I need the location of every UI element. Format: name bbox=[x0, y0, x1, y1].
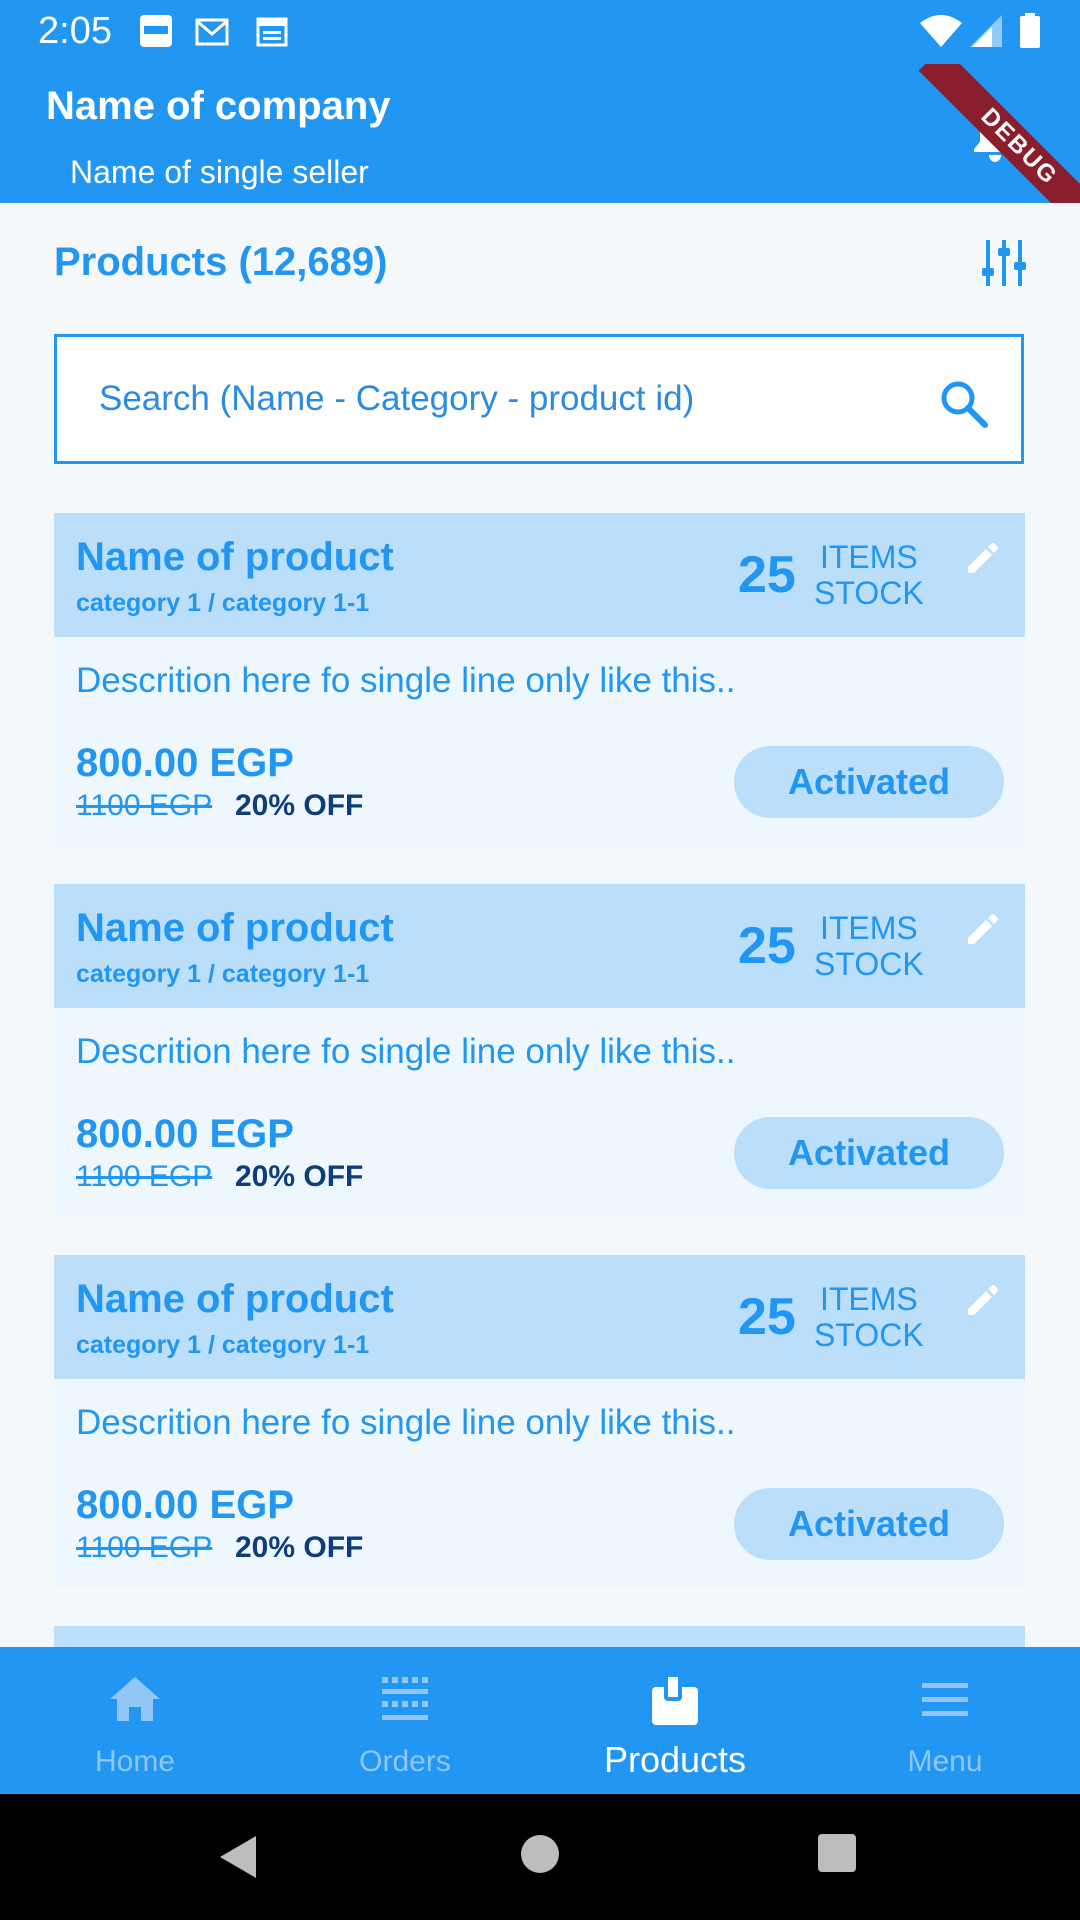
menu-icon bbox=[922, 1683, 968, 1716]
product-card-partial[interactable] bbox=[54, 1626, 1025, 1648]
products-title: Products (12,689) bbox=[54, 240, 388, 284]
products-icon bbox=[652, 1673, 698, 1725]
seller-name: Name of single seller bbox=[70, 154, 369, 190]
calendar-icon bbox=[256, 17, 288, 47]
product-discount: 20% OFF bbox=[235, 789, 364, 822]
battery-icon bbox=[1020, 13, 1040, 48]
nav-menu[interactable]: Menu bbox=[810, 1647, 1080, 1794]
product-card-header: Name of product category 1 / category 1-… bbox=[54, 884, 1025, 1008]
edit-pencil-icon[interactable] bbox=[964, 1283, 1000, 1319]
stock-label: ITEMS STOCK bbox=[814, 1281, 924, 1353]
activated-button[interactable]: Activated bbox=[734, 1117, 1004, 1189]
product-category: category 1 / category 1-1 bbox=[76, 960, 370, 988]
product-discount: 20% OFF bbox=[235, 1531, 364, 1564]
back-icon[interactable] bbox=[214, 1832, 260, 1882]
product-description: Descrition here fo single line only like… bbox=[76, 661, 736, 700]
product-old-price: 1100 EGP bbox=[76, 1160, 213, 1193]
product-price: 800.00 EGP bbox=[76, 741, 294, 785]
product-card-header: Name of product category 1 / category 1-… bbox=[54, 1255, 1025, 1379]
edit-pencil-icon[interactable] bbox=[964, 912, 1000, 948]
stock-label-stock: STOCK bbox=[814, 575, 924, 611]
app-bar: Name of company Name of single seller DE… bbox=[0, 64, 1080, 203]
signal-icon bbox=[970, 15, 1002, 47]
search-icon[interactable] bbox=[937, 377, 991, 431]
product-price: 800.00 EGP bbox=[76, 1483, 294, 1527]
stock-label-items: ITEMS bbox=[819, 539, 918, 575]
wifi-icon bbox=[920, 15, 962, 47]
stock-label-stock: STOCK bbox=[814, 946, 924, 982]
stock-label: ITEMS STOCK bbox=[814, 910, 924, 982]
activated-button[interactable]: Activated bbox=[734, 746, 1004, 818]
stock-label-stock: STOCK bbox=[814, 1317, 924, 1353]
product-card[interactable]: Name of product category 1 / category 1-… bbox=[54, 1255, 1025, 1588]
activated-button[interactable]: Activated bbox=[734, 1488, 1004, 1560]
product-card[interactable]: Name of product category 1 / category 1-… bbox=[54, 884, 1025, 1217]
search-input[interactable] bbox=[97, 373, 921, 425]
status-bar: 2:05 bbox=[0, 0, 1080, 64]
stock-label: ITEMS STOCK bbox=[814, 539, 924, 611]
filter-sliders-icon[interactable] bbox=[980, 238, 1028, 288]
home-icon bbox=[110, 1677, 160, 1721]
status-time: 2:05 bbox=[38, 10, 112, 52]
search-box[interactable] bbox=[54, 334, 1024, 464]
nav-products[interactable]: Products bbox=[540, 1647, 810, 1794]
product-card[interactable]: Name of product category 1 / category 1-… bbox=[54, 513, 1025, 846]
stock-label-items: ITEMS bbox=[819, 910, 918, 946]
orders-icon bbox=[382, 1677, 428, 1720]
edit-pencil-icon[interactable] bbox=[964, 541, 1000, 577]
system-navigation-bar bbox=[0, 1794, 1080, 1920]
nav-home-label: Home bbox=[94, 1745, 176, 1778]
nav-orders[interactable]: Orders bbox=[270, 1647, 540, 1794]
bottom-navigation: Home Orders Products Menu bbox=[0, 1647, 1080, 1794]
recents-square-icon[interactable] bbox=[816, 1832, 858, 1874]
debug-banner: DEBUG bbox=[918, 64, 1080, 203]
souq-app-icon bbox=[140, 15, 172, 47]
nav-menu-label: Menu bbox=[907, 1745, 983, 1778]
product-old-price: 1100 EGP bbox=[76, 789, 213, 822]
product-card-header: Name of product category 1 / category 1-… bbox=[54, 513, 1025, 637]
company-name: Name of company bbox=[46, 84, 391, 128]
product-description: Descrition here fo single line only like… bbox=[76, 1032, 736, 1071]
product-old-price: 1100 EGP bbox=[76, 1531, 213, 1564]
product-name: Name of product bbox=[76, 906, 394, 950]
product-category: category 1 / category 1-1 bbox=[76, 589, 370, 617]
stock-count: 25 bbox=[738, 546, 796, 604]
nav-products-label: Products bbox=[603, 1739, 747, 1780]
product-category: category 1 / category 1-1 bbox=[76, 1331, 370, 1359]
product-name: Name of product bbox=[76, 1277, 394, 1321]
product-price: 800.00 EGP bbox=[76, 1112, 294, 1156]
stock-label-items: ITEMS bbox=[819, 1281, 918, 1317]
nav-home[interactable]: Home bbox=[0, 1647, 270, 1794]
home-circle-icon[interactable] bbox=[518, 1832, 562, 1876]
product-name: Name of product bbox=[76, 535, 394, 579]
stock-count: 25 bbox=[738, 917, 796, 975]
product-discount: 20% OFF bbox=[235, 1160, 364, 1193]
product-description: Descrition here fo single line only like… bbox=[76, 1403, 736, 1442]
stock-count: 25 bbox=[738, 1288, 796, 1346]
gmail-icon bbox=[195, 18, 229, 46]
nav-orders-label: Orders bbox=[359, 1745, 451, 1778]
